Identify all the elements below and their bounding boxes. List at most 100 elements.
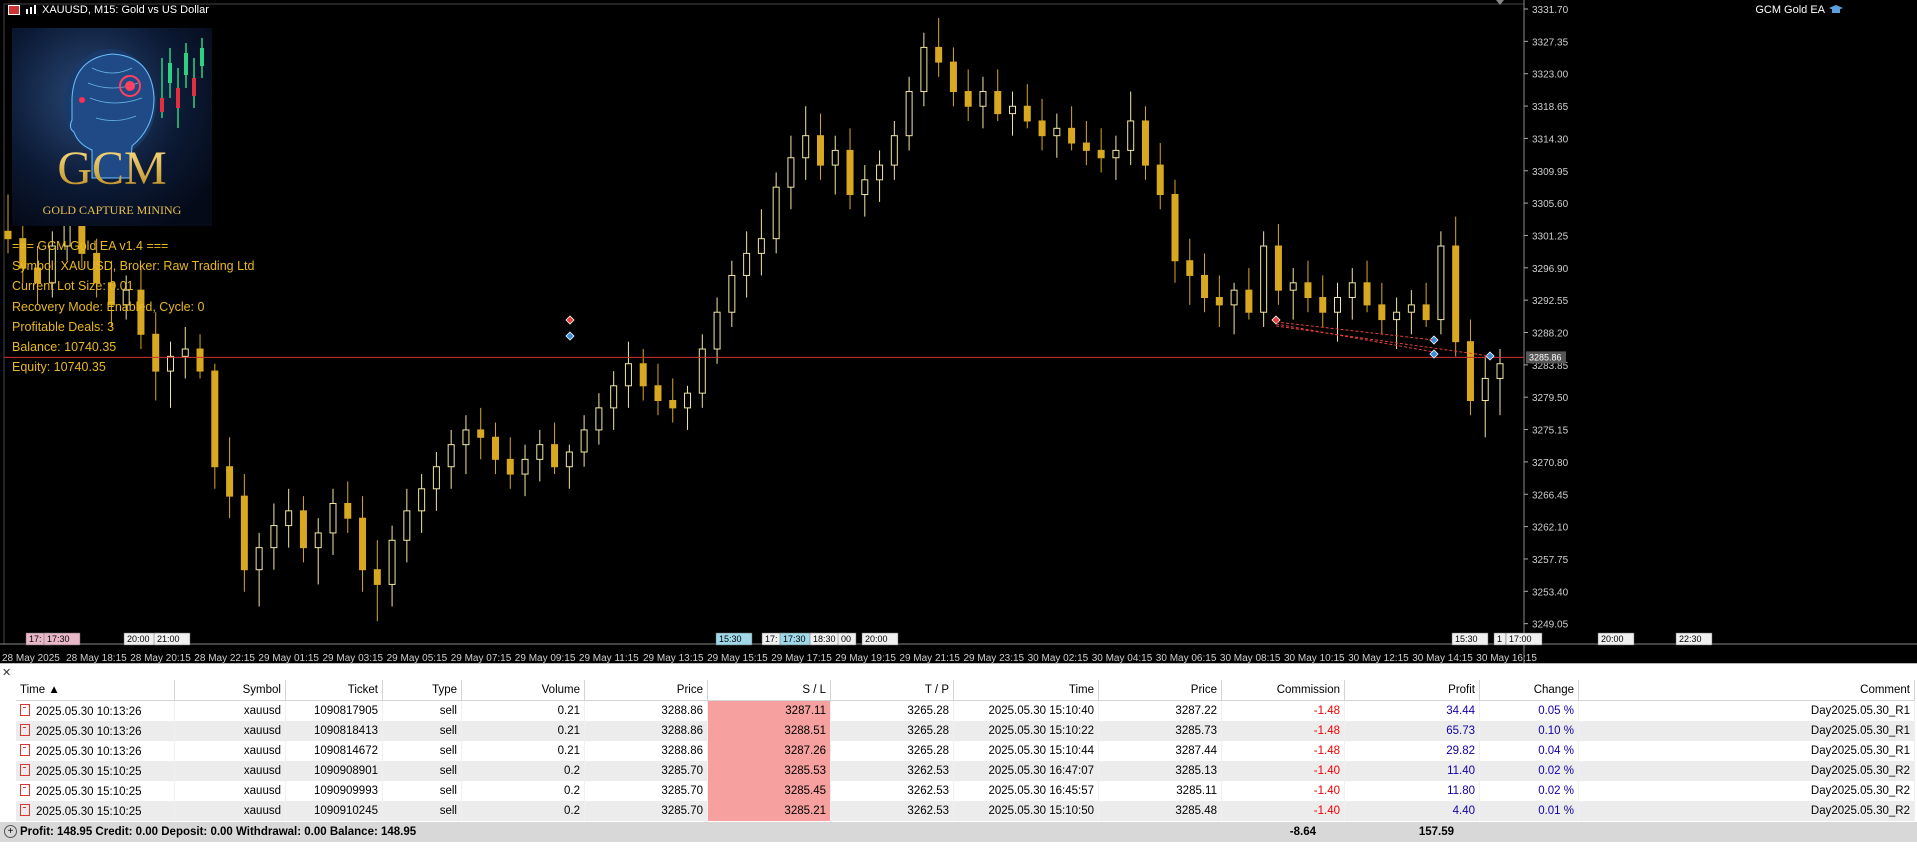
cell-volume: 0.21 (461, 741, 585, 761)
chart-area[interactable]: 3331.70 3327.35 3323.00 3318.65 3314.30 3309.… (0, 0, 1917, 663)
candlestick-chart[interactable]: 3331.70 3327.35 3323.00 3318.65 3314.30 3309.… (0, 0, 1917, 663)
time-tick-label: 30 May 04:15 (1092, 653, 1153, 663)
cell-price: 3288.86 (584, 741, 708, 761)
cell-volume: 0.2 (461, 801, 585, 821)
col-header-change[interactable]: Change (1479, 680, 1579, 701)
col-header-price[interactable]: Price (584, 680, 708, 701)
current-price-label: 3285.86 (1529, 352, 1562, 362)
gcm-logo: GCM GOLD CAPTURE MINING (12, 28, 212, 226)
candle-body (595, 407, 603, 431)
table-row[interactable]: 2025.05.30 15:10:25 xauusd 1090908901 sell 0… (16, 761, 1915, 781)
cell-tp: 3265.28 (830, 700, 954, 721)
candle-body (1112, 149, 1120, 159)
cell-ticket: 1090814672 (285, 741, 383, 761)
time-tick-label: 28 May 2025 (2, 653, 60, 663)
cell-commission: -1.40 (1221, 781, 1345, 801)
candle-body (1289, 282, 1297, 291)
price-tick-label: 3253.40 (1532, 587, 1569, 598)
cell-commission: -1.48 (1221, 700, 1345, 721)
price-tick-label: 3305.60 (1532, 199, 1569, 210)
session-label: 15:30 (719, 634, 742, 644)
table-row[interactable]: 2025.05.30 15:10:25 xauusd 1090910245 sell 0… (16, 801, 1915, 821)
candle-body (1171, 194, 1179, 262)
cell-comment: Day2025.05.30_R2 (1578, 761, 1915, 781)
col-header-volume[interactable]: Volume (461, 680, 585, 701)
cell-ticket: 1090817905 (285, 700, 383, 721)
candle-body (861, 179, 869, 196)
candle-body (1378, 304, 1386, 321)
cell-change: 0.04 % (1479, 741, 1579, 761)
col-header-symbol[interactable]: Symbol (174, 680, 286, 701)
session-label: 17: (765, 634, 778, 644)
time-tick-label: 28 May 22:15 (194, 653, 255, 663)
cell-change: 0.02 % (1479, 761, 1579, 781)
cell-ticket: 1090908901 (285, 761, 383, 781)
col-header-close-price[interactable]: Price (1098, 680, 1222, 701)
ea-info-panel: === GCM Gold EA v1.4 === Symbol: XAUUSD,… (12, 236, 254, 377)
col-header-ticket[interactable]: Ticket (285, 680, 383, 701)
candle-body (831, 149, 839, 166)
time-tick-label: 30 May 12:15 (1348, 653, 1409, 663)
candle-body (1274, 245, 1282, 291)
col-header-time[interactable]: Time ▲ (16, 680, 175, 701)
price-tick-label: 3262.10 (1532, 523, 1569, 534)
candle-body (743, 252, 751, 276)
candle-body (1393, 311, 1401, 321)
candle-body (388, 539, 396, 585)
candle-body (536, 444, 544, 460)
price-tick-label: 3314.30 (1532, 134, 1569, 145)
candle-body (1348, 282, 1356, 299)
cell-time2: 2025.05.30 15:10:22 (953, 721, 1099, 741)
time-tick-label: 30 May 16:15 (1476, 653, 1537, 663)
col-header-profit[interactable]: Profit (1344, 680, 1480, 701)
candle-body (787, 157, 795, 188)
col-header-sl[interactable]: S / L (707, 680, 831, 701)
candle-body (299, 510, 307, 549)
candle-body (1496, 363, 1504, 379)
col-header-comment[interactable]: Comment (1578, 680, 1915, 701)
col-header-type[interactable]: Type (382, 680, 462, 701)
expand-plus-icon[interactable]: + (4, 825, 17, 838)
table-row[interactable]: 2025.05.30 10:13:26 xauusd 1090818413 sell 0… (16, 721, 1915, 741)
expert-advisor-label[interactable]: GCM Gold EA (1755, 4, 1843, 16)
candle-body (949, 61, 957, 93)
summary-profit: 157.59 (1418, 826, 1454, 838)
candle-body (654, 385, 662, 402)
price-tick-label: 3309.95 (1532, 167, 1569, 178)
col-header-close-time[interactable]: Time (953, 680, 1099, 701)
candle-body (1452, 245, 1460, 343)
candle-body (624, 363, 632, 387)
summary-commission: -8.64 (1289, 826, 1316, 838)
time-tick-label: 29 May 05:15 (387, 653, 448, 663)
candle-body (639, 363, 647, 387)
info-line: Balance: 10740.35 (12, 340, 117, 355)
chart-window-icon[interactable] (8, 5, 20, 15)
col-header-commission[interactable]: Commission (1221, 680, 1345, 701)
session-label: 20:00 (865, 634, 888, 644)
deal-icon (20, 804, 30, 816)
cell-comment: Day2025.05.30_R2 (1578, 781, 1915, 801)
deal-icon (20, 744, 30, 756)
session-label: 15:30 (1455, 634, 1478, 644)
col-header-tp[interactable]: T / P (830, 680, 954, 701)
close-icon[interactable]: ✕ (2, 666, 11, 679)
deal-icon (20, 764, 30, 776)
table-row[interactable]: 2025.05.30 15:10:25 xauusd 1090909993 sell 0… (16, 781, 1915, 801)
table-row[interactable]: 2025.05.30 10:13:26 xauusd 1090817905 sell 0… (16, 700, 1915, 721)
candle-body (816, 135, 824, 166)
cell-volume: 0.21 (461, 700, 585, 721)
trade-connector (1275, 323, 1435, 353)
price-tick-label: 3318.65 (1532, 102, 1569, 113)
candle-body (1245, 289, 1253, 313)
ea-name: GCM Gold EA (1755, 4, 1825, 16)
cell-sl: 3288.51 (707, 721, 831, 741)
symbol-icon (26, 5, 36, 14)
cell-type: sell (382, 781, 462, 801)
session-label: 20:00 (1601, 634, 1624, 644)
cell-profit: 4.40 (1344, 801, 1480, 821)
price-tick-label: 3249.05 (1532, 620, 1569, 631)
time-tick-label: 29 May 23:15 (964, 653, 1025, 663)
candle-body (462, 429, 470, 446)
table-row[interactable]: 2025.05.30 10:13:26 xauusd 1090814672 sell 0… (16, 741, 1915, 761)
candle-body (270, 525, 278, 549)
